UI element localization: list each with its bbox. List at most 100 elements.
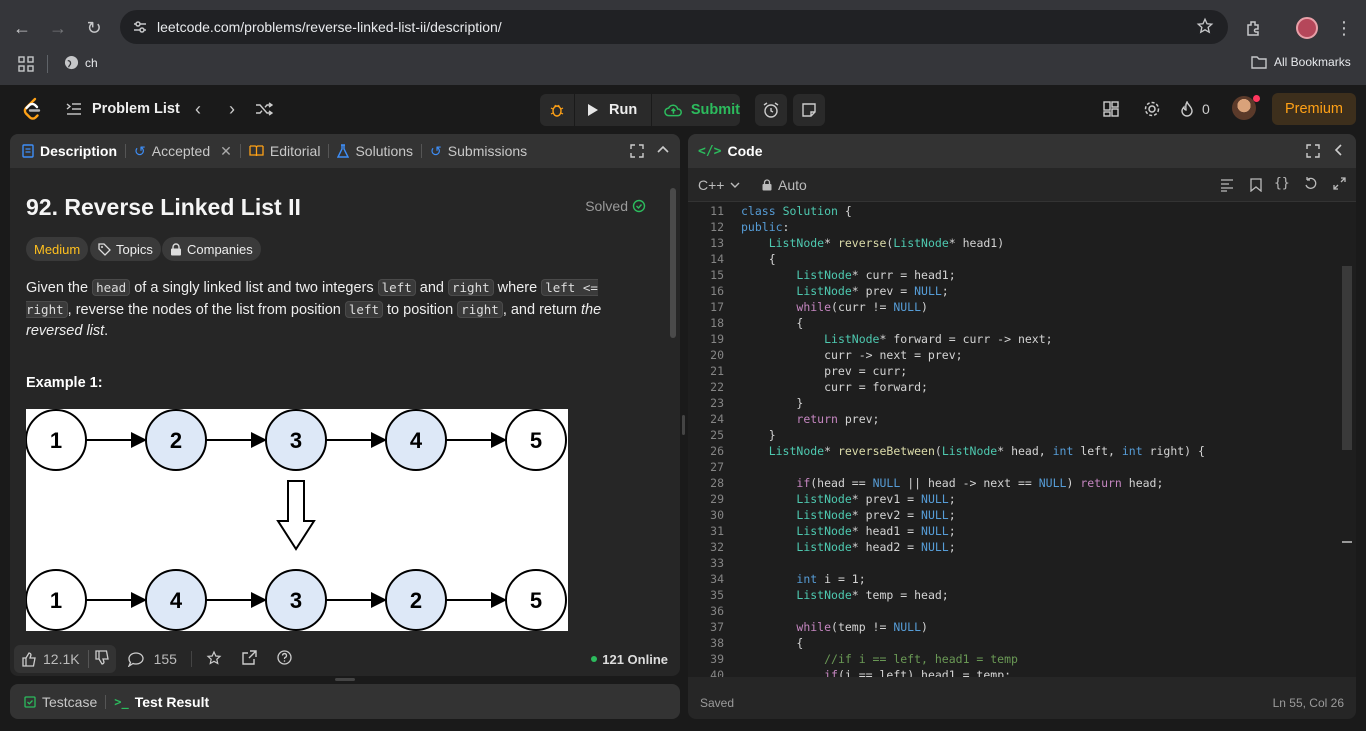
bookmark-ch[interactable]: ch	[64, 55, 98, 70]
bookmark-icon[interactable]	[1250, 178, 1262, 195]
apps-grid-icon[interactable]	[18, 56, 34, 72]
tab-editorial[interactable]: Editorial	[241, 134, 329, 168]
code-line[interactable]: 24 return prev;	[688, 411, 1328, 427]
line-code[interactable]: prev = curr;	[741, 363, 907, 379]
line-code[interactable]: ListNode* curr = head1;	[741, 267, 955, 283]
code-line[interactable]: 35 ListNode* temp = head;	[688, 587, 1328, 603]
line-code[interactable]: while(temp != NULL)	[741, 619, 928, 635]
code-line[interactable]: 37 while(temp != NULL)	[688, 619, 1328, 635]
line-code[interactable]: ListNode* reverse(ListNode* head1)	[741, 235, 1004, 251]
line-code[interactable]: }	[741, 427, 776, 443]
run-button[interactable]: Run	[575, 94, 651, 126]
line-code[interactable]: ListNode* head2 = NULL;	[741, 539, 955, 555]
line-code[interactable]: if(head == NULL || head -> next == NULL)…	[741, 475, 1163, 491]
code-line[interactable]: 36	[688, 603, 1328, 619]
user-avatar[interactable]	[1231, 95, 1260, 121]
tab-code[interactable]: </> Code	[688, 134, 770, 168]
code-line[interactable]: 13 ListNode* reverse(ListNode* head1)	[688, 235, 1328, 251]
maximize-panel-icon[interactable]	[630, 144, 644, 161]
line-code[interactable]: return prev;	[741, 411, 879, 427]
streak-counter[interactable]: 0	[1180, 93, 1210, 125]
panel-resize-handle[interactable]	[335, 678, 355, 681]
tab-solutions[interactable]: Solutions	[329, 134, 421, 168]
layout-icon[interactable]	[1098, 93, 1124, 125]
tab-test-result[interactable]: >_ Test Result	[106, 685, 217, 719]
code-line[interactable]: 27	[688, 459, 1328, 475]
code-line[interactable]: 18 {	[688, 315, 1328, 331]
code-line[interactable]: 26 ListNode* reverseBetween(ListNode* he…	[688, 443, 1328, 459]
code-line[interactable]: 11 class Solution {	[688, 203, 1328, 219]
companies-button[interactable]: Companies	[162, 237, 261, 261]
line-code[interactable]: {	[741, 251, 776, 267]
code-line[interactable]: 40 if(i == left) head1 = temp;	[688, 667, 1328, 677]
line-code[interactable]: ListNode* prev2 = NULL;	[741, 507, 955, 523]
line-code[interactable]: public:	[741, 219, 789, 235]
code-line[interactable]: 34 int i = 1;	[688, 571, 1328, 587]
favorite-star-icon[interactable]	[206, 650, 222, 669]
line-code[interactable]: class Solution {	[741, 203, 852, 219]
submit-button[interactable]: Submit	[652, 94, 740, 126]
collapse-panel-icon[interactable]	[656, 143, 670, 160]
random-problem-icon[interactable]	[252, 93, 276, 125]
profile-avatar[interactable]	[1293, 14, 1321, 42]
close-tab-icon[interactable]: ✕	[220, 143, 232, 160]
line-code[interactable]: ListNode* prev = NULL;	[741, 283, 948, 299]
maximize-panel-icon[interactable]	[1306, 144, 1320, 161]
code-line[interactable]: 30 ListNode* prev2 = NULL;	[688, 507, 1328, 523]
reset-icon[interactable]	[1304, 177, 1318, 194]
browser-menu-icon[interactable]: ⋮	[1330, 14, 1358, 42]
panel-resize-handle-vertical[interactable]	[682, 415, 685, 435]
line-code[interactable]: ListNode* head1 = NULL;	[741, 523, 955, 539]
line-code[interactable]: {	[741, 635, 803, 651]
share-icon[interactable]	[242, 650, 257, 668]
dislike-button[interactable]	[89, 650, 116, 668]
expand-icon[interactable]	[1333, 177, 1346, 193]
tab-submissions[interactable]: ↺ Submissions	[422, 134, 535, 168]
next-problem-icon[interactable]: ›	[222, 93, 242, 125]
tab-accepted[interactable]: ↺ Accepted ✕	[126, 134, 240, 168]
line-code[interactable]: ListNode* temp = head;	[741, 587, 948, 603]
problem-list-button[interactable]: Problem List	[66, 93, 180, 125]
format-icon[interactable]	[1220, 178, 1234, 195]
code-line[interactable]: 21 prev = curr;	[688, 363, 1328, 379]
line-code[interactable]: ListNode* reverseBetween(ListNode* head,…	[741, 443, 1205, 459]
code-line[interactable]: 39 //if i == left, head1 = temp	[688, 651, 1328, 667]
code-line[interactable]: 25 }	[688, 427, 1328, 443]
code-line[interactable]: 29 ListNode* prev1 = NULL;	[688, 491, 1328, 507]
reload-icon[interactable]: ↻	[80, 14, 108, 42]
line-code[interactable]: //if i == left, head1 = temp	[741, 651, 1018, 667]
all-bookmarks[interactable]: All Bookmarks	[1251, 55, 1351, 69]
timer-button[interactable]	[755, 94, 787, 126]
description-scrollbar[interactable]	[670, 174, 676, 630]
auto-mode[interactable]: Auto	[762, 177, 807, 193]
line-code[interactable]: }	[741, 395, 803, 411]
tab-testcase[interactable]: Testcase	[10, 685, 105, 719]
code-line[interactable]: 31 ListNode* head1 = NULL;	[688, 523, 1328, 539]
code-line[interactable]: 20 curr -> next = prev;	[688, 347, 1328, 363]
like-button[interactable]: 12.1K	[14, 651, 88, 667]
settings-gear-icon[interactable]	[1139, 93, 1165, 125]
code-line[interactable]: 32 ListNode* head2 = NULL;	[688, 539, 1328, 555]
line-code[interactable]: {	[741, 315, 803, 331]
language-select[interactable]: C++	[698, 177, 740, 193]
site-info-icon[interactable]	[132, 19, 148, 35]
code-line[interactable]: 14 {	[688, 251, 1328, 267]
code-line[interactable]: 15 ListNode* curr = head1;	[688, 267, 1328, 283]
prev-problem-icon[interactable]: ‹	[188, 93, 208, 125]
difficulty-badge[interactable]: Medium	[26, 237, 89, 261]
leetcode-logo[interactable]	[20, 93, 44, 125]
code-line[interactable]: 28 if(head == NULL || head -> next == NU…	[688, 475, 1328, 491]
code-line[interactable]: 38 {	[688, 635, 1328, 651]
notes-button[interactable]	[793, 94, 825, 126]
code-line[interactable]: 33	[688, 555, 1328, 571]
code-editor[interactable]: 11 class Solution {12 public: 13 ListNode* …	[688, 202, 1356, 677]
code-line[interactable]: 12 public:	[688, 219, 1328, 235]
line-code[interactable]: ListNode* forward = curr -> next;	[741, 331, 1052, 347]
premium-button[interactable]: Premium	[1272, 93, 1356, 125]
url-text[interactable]: leetcode.com/problems/reverse-linked-lis…	[157, 19, 502, 35]
code-line[interactable]: 22 curr = forward;	[688, 379, 1328, 395]
collapse-left-icon[interactable]	[1332, 143, 1346, 160]
back-icon[interactable]: ←	[8, 14, 36, 42]
line-code[interactable]: curr = forward;	[741, 379, 928, 395]
tab-description[interactable]: Description	[10, 134, 125, 168]
